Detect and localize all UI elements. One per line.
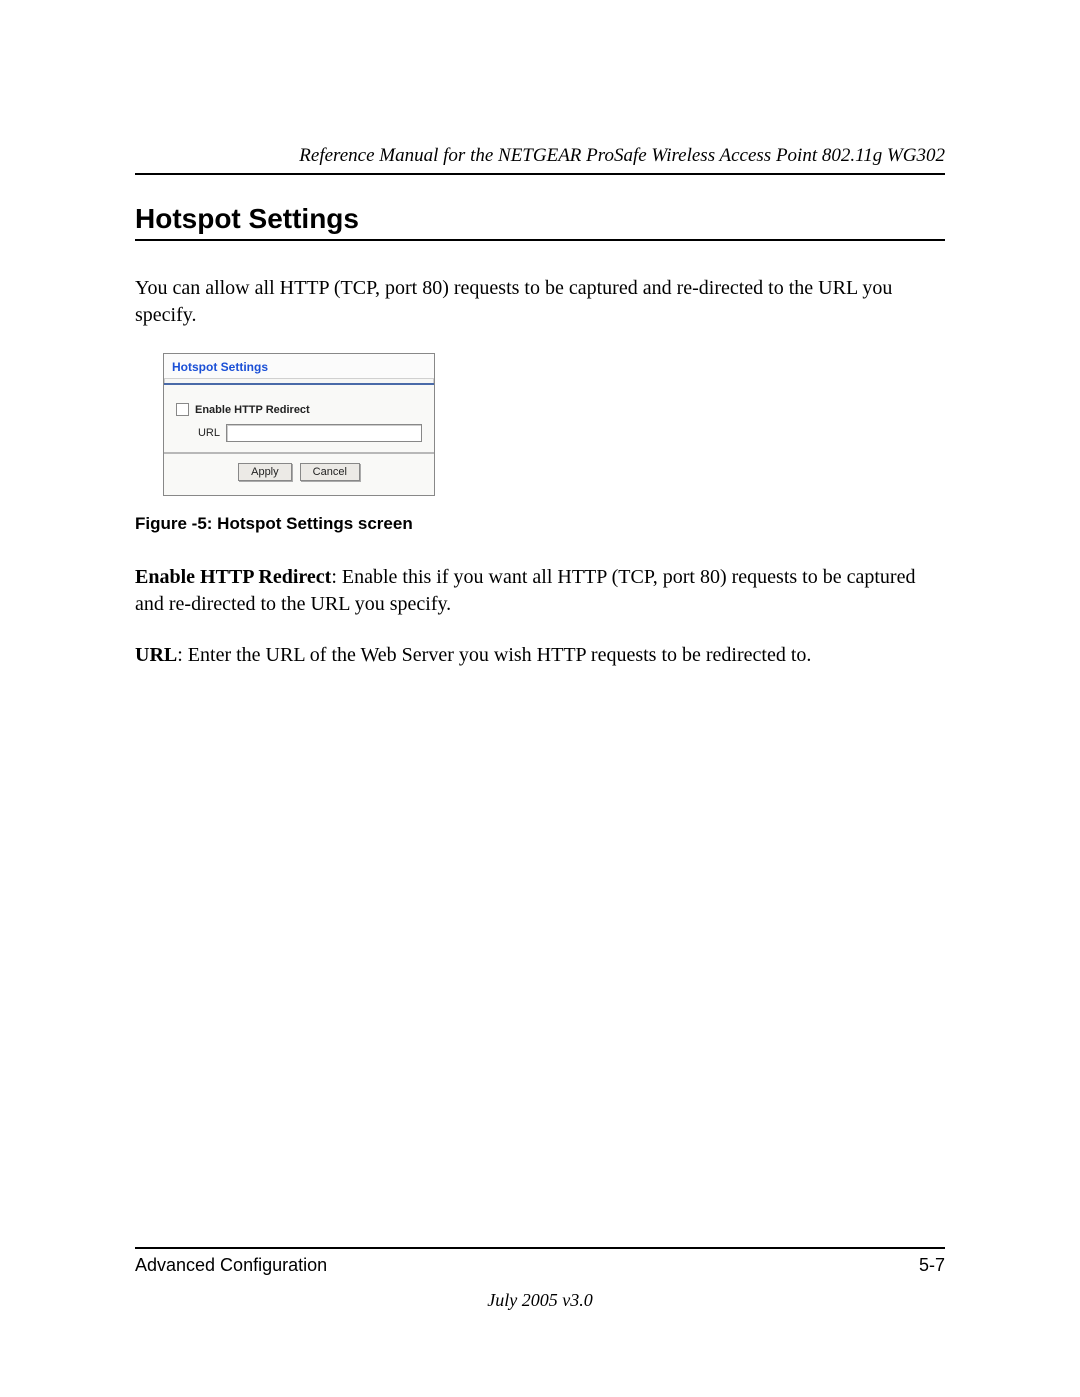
page-header: Reference Manual for the NETGEAR ProSafe…: [135, 145, 945, 175]
enable-redirect-checkbox[interactable]: [176, 403, 189, 416]
panel-title: Hotspot Settings: [164, 354, 434, 379]
intro-paragraph: You can allow all HTTP (TCP, port 80) re…: [135, 275, 945, 329]
page: Reference Manual for the NETGEAR ProSafe…: [0, 0, 1080, 1397]
footer-rule: Advanced Configuration 5-7: [135, 1247, 945, 1276]
figure-wrap: Hotspot Settings Enable HTTP Redirect UR…: [163, 353, 945, 534]
footer-chapter: Advanced Configuration: [135, 1255, 327, 1276]
definition-enable-redirect: Enable HTTP Redirect: Enable this if you…: [135, 564, 945, 618]
cancel-button[interactable]: Cancel: [300, 463, 360, 481]
page-footer: Advanced Configuration 5-7 July 2005 v3.…: [135, 1247, 945, 1311]
panel-buttons: Apply Cancel: [176, 462, 422, 487]
footer-page-number: 5-7: [919, 1255, 945, 1276]
footer-version: July 2005 v3.0: [135, 1290, 945, 1311]
url-row: URL: [176, 424, 422, 442]
section-title: Hotspot Settings: [135, 203, 945, 241]
definition-term-2: URL: [135, 644, 177, 666]
url-label: URL: [176, 427, 226, 439]
definition-term-1: Enable HTTP Redirect: [135, 566, 331, 588]
panel-body: Enable HTTP Redirect URL Apply Cancel: [164, 383, 434, 495]
definition-text-2: : Enter the URL of the Web Server you wi…: [177, 644, 811, 666]
hotspot-settings-screenshot: Hotspot Settings Enable HTTP Redirect UR…: [163, 353, 435, 496]
enable-redirect-row: Enable HTTP Redirect: [176, 403, 422, 416]
definition-url: URL: Enter the URL of the Web Server you…: [135, 642, 945, 669]
url-input[interactable]: [226, 424, 422, 442]
panel-divider: [164, 452, 434, 454]
apply-button[interactable]: Apply: [238, 463, 292, 481]
figure-caption: Figure -5: Hotspot Settings screen: [135, 514, 945, 534]
enable-redirect-label: Enable HTTP Redirect: [195, 404, 310, 416]
